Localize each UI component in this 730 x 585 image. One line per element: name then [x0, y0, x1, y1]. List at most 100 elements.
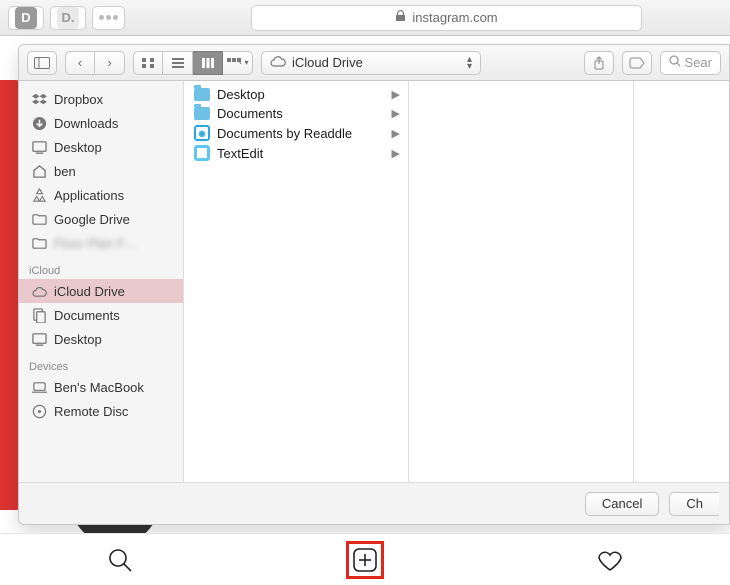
- sidebar-item-label: Floor Plan F…: [54, 236, 138, 251]
- sidebar: Dropbox Downloads Desktop ben Applications Go…: [19, 81, 184, 482]
- updown-icon: ▴▾: [467, 56, 472, 70]
- folder-icon: [31, 235, 47, 251]
- sidebar-item-applications[interactable]: Applications: [19, 183, 183, 207]
- sidebar-item-downloads[interactable]: Downloads: [19, 111, 183, 135]
- sidebar-item-blurred[interactable]: Floor Plan F…: [19, 231, 183, 255]
- letter-d-icon: D: [15, 7, 37, 29]
- sidebar-item-label: ben: [54, 164, 76, 179]
- folder-icon: [194, 88, 210, 101]
- tab-badge-2[interactable]: D.: [50, 6, 86, 30]
- sidebar-item-label: iCloud Drive: [54, 284, 125, 299]
- gallery-icon: [226, 57, 242, 69]
- cloud-icon: [270, 55, 286, 70]
- share-button[interactable]: [584, 51, 614, 75]
- sidebar-section-icloud: iCloud: [19, 255, 183, 279]
- column-item-label: Documents: [217, 106, 283, 121]
- desktop-icon: [31, 139, 47, 155]
- sidebar-toggle-button[interactable]: [27, 51, 57, 75]
- column-item[interactable]: TextEdit ▶: [184, 143, 408, 163]
- sidebar-item-label: Downloads: [54, 116, 118, 131]
- share-icon: [593, 56, 605, 70]
- tab-badge-1[interactable]: D: [8, 6, 44, 30]
- view-gallery-button[interactable]: ▾: [223, 51, 253, 75]
- tab-overflow[interactable]: [92, 6, 125, 30]
- heart-icon: [597, 547, 623, 573]
- cancel-button[interactable]: Cancel: [585, 492, 659, 516]
- sidebar-item-desktop[interactable]: Desktop: [19, 135, 183, 159]
- sidebar-item-label: Google Drive: [54, 212, 130, 227]
- columns-icon: [201, 57, 215, 69]
- column-item-label: Desktop: [217, 87, 265, 102]
- apps-icon: [31, 187, 47, 203]
- tags-button[interactable]: [622, 51, 652, 75]
- desktop-icon: [31, 331, 47, 347]
- sidebar-item-mac[interactable]: Ben's MacBook: [19, 375, 183, 399]
- search-placeholder: Sear: [685, 55, 712, 70]
- sidebar-item-label: Remote Disc: [54, 404, 128, 419]
- sidebar-item-label: Dropbox: [54, 92, 103, 107]
- laptop-icon: [31, 379, 47, 395]
- ig-new-post-button[interactable]: [351, 546, 379, 574]
- sidebar-item-remotedisc[interactable]: Remote Disc: [19, 399, 183, 423]
- choose-button[interactable]: Ch: [669, 492, 719, 516]
- app-icon: ◉: [194, 125, 210, 141]
- tag-icon: [629, 57, 645, 69]
- chevron-right-icon: ›: [107, 55, 111, 70]
- open-panel-footer: Cancel Ch: [19, 482, 729, 524]
- back-button[interactable]: ‹: [65, 51, 95, 75]
- safari-toolbar: D D. instagram.com: [0, 0, 730, 36]
- ig-search-button[interactable]: [106, 546, 134, 574]
- home-icon: [31, 163, 47, 179]
- sidebar-item-label: Ben's MacBook: [54, 380, 144, 395]
- instagram-bottom-nav: [0, 533, 730, 585]
- sidebar-icon: [34, 57, 50, 69]
- chevron-right-icon: ▶: [392, 88, 400, 101]
- chevron-right-icon: ▶: [392, 127, 400, 140]
- view-icons-button[interactable]: [133, 51, 163, 75]
- location-label: iCloud Drive: [292, 55, 363, 70]
- column-1[interactable]: Desktop▶Documents▶◉Documents by Readdle▶…: [184, 81, 409, 482]
- location-popup[interactable]: iCloud Drive ▴▾: [261, 51, 481, 75]
- chevron-left-icon: ‹: [78, 55, 82, 70]
- doc-icon: [31, 307, 47, 323]
- sidebar-item-iclouddrive[interactable]: iCloud Drive: [19, 279, 183, 303]
- sidebar-item-desktop2[interactable]: Desktop: [19, 327, 183, 351]
- nav-back-forward: ‹ ›: [65, 51, 125, 75]
- open-panel: ‹ › ▾ iCloud Drive ▴▾: [18, 44, 730, 525]
- sidebar-item-home[interactable]: ben: [19, 159, 183, 183]
- cloud-icon: [31, 283, 47, 299]
- search-field[interactable]: Sear: [660, 51, 721, 75]
- url-bar[interactable]: instagram.com: [251, 5, 642, 31]
- column-item[interactable]: Desktop ▶: [184, 85, 408, 104]
- grid-icon: [141, 57, 155, 69]
- forward-button[interactable]: ›: [95, 51, 125, 75]
- textedit-icon: [194, 145, 210, 161]
- sidebar-item-label: Documents: [54, 308, 120, 323]
- chevron-right-icon: ▶: [392, 147, 400, 160]
- ig-activity-button[interactable]: [596, 546, 624, 574]
- disc-icon: [31, 403, 47, 419]
- column-2[interactable]: [409, 81, 634, 482]
- chevron-down-icon: ▾: [244, 58, 248, 67]
- url-host: instagram.com: [412, 10, 497, 25]
- list-icon: [171, 57, 185, 69]
- column-item-label: TextEdit: [217, 146, 263, 161]
- sidebar-item-dropbox[interactable]: Dropbox: [19, 87, 183, 111]
- search-icon: [107, 547, 133, 573]
- sidebar-item-gdrive[interactable]: Google Drive: [19, 207, 183, 231]
- sidebar-item-label: Desktop: [54, 332, 102, 347]
- view-columns-button[interactable]: [193, 51, 223, 75]
- letter-d-light-icon: D.: [57, 7, 79, 29]
- download-icon: [31, 115, 47, 131]
- view-list-button[interactable]: [163, 51, 193, 75]
- sidebar-section-devices: Devices: [19, 351, 183, 375]
- lock-icon: [395, 10, 406, 25]
- dropbox-icon: [31, 91, 47, 107]
- column-item[interactable]: ◉Documents by Readdle▶: [184, 123, 408, 143]
- column-item[interactable]: Documents▶: [184, 104, 408, 123]
- search-icon: [669, 55, 681, 70]
- plus-square-icon: [352, 547, 378, 573]
- open-panel-toolbar: ‹ › ▾ iCloud Drive ▴▾: [19, 45, 729, 81]
- sidebar-item-label: Applications: [54, 188, 124, 203]
- sidebar-item-documents[interactable]: Documents: [19, 303, 183, 327]
